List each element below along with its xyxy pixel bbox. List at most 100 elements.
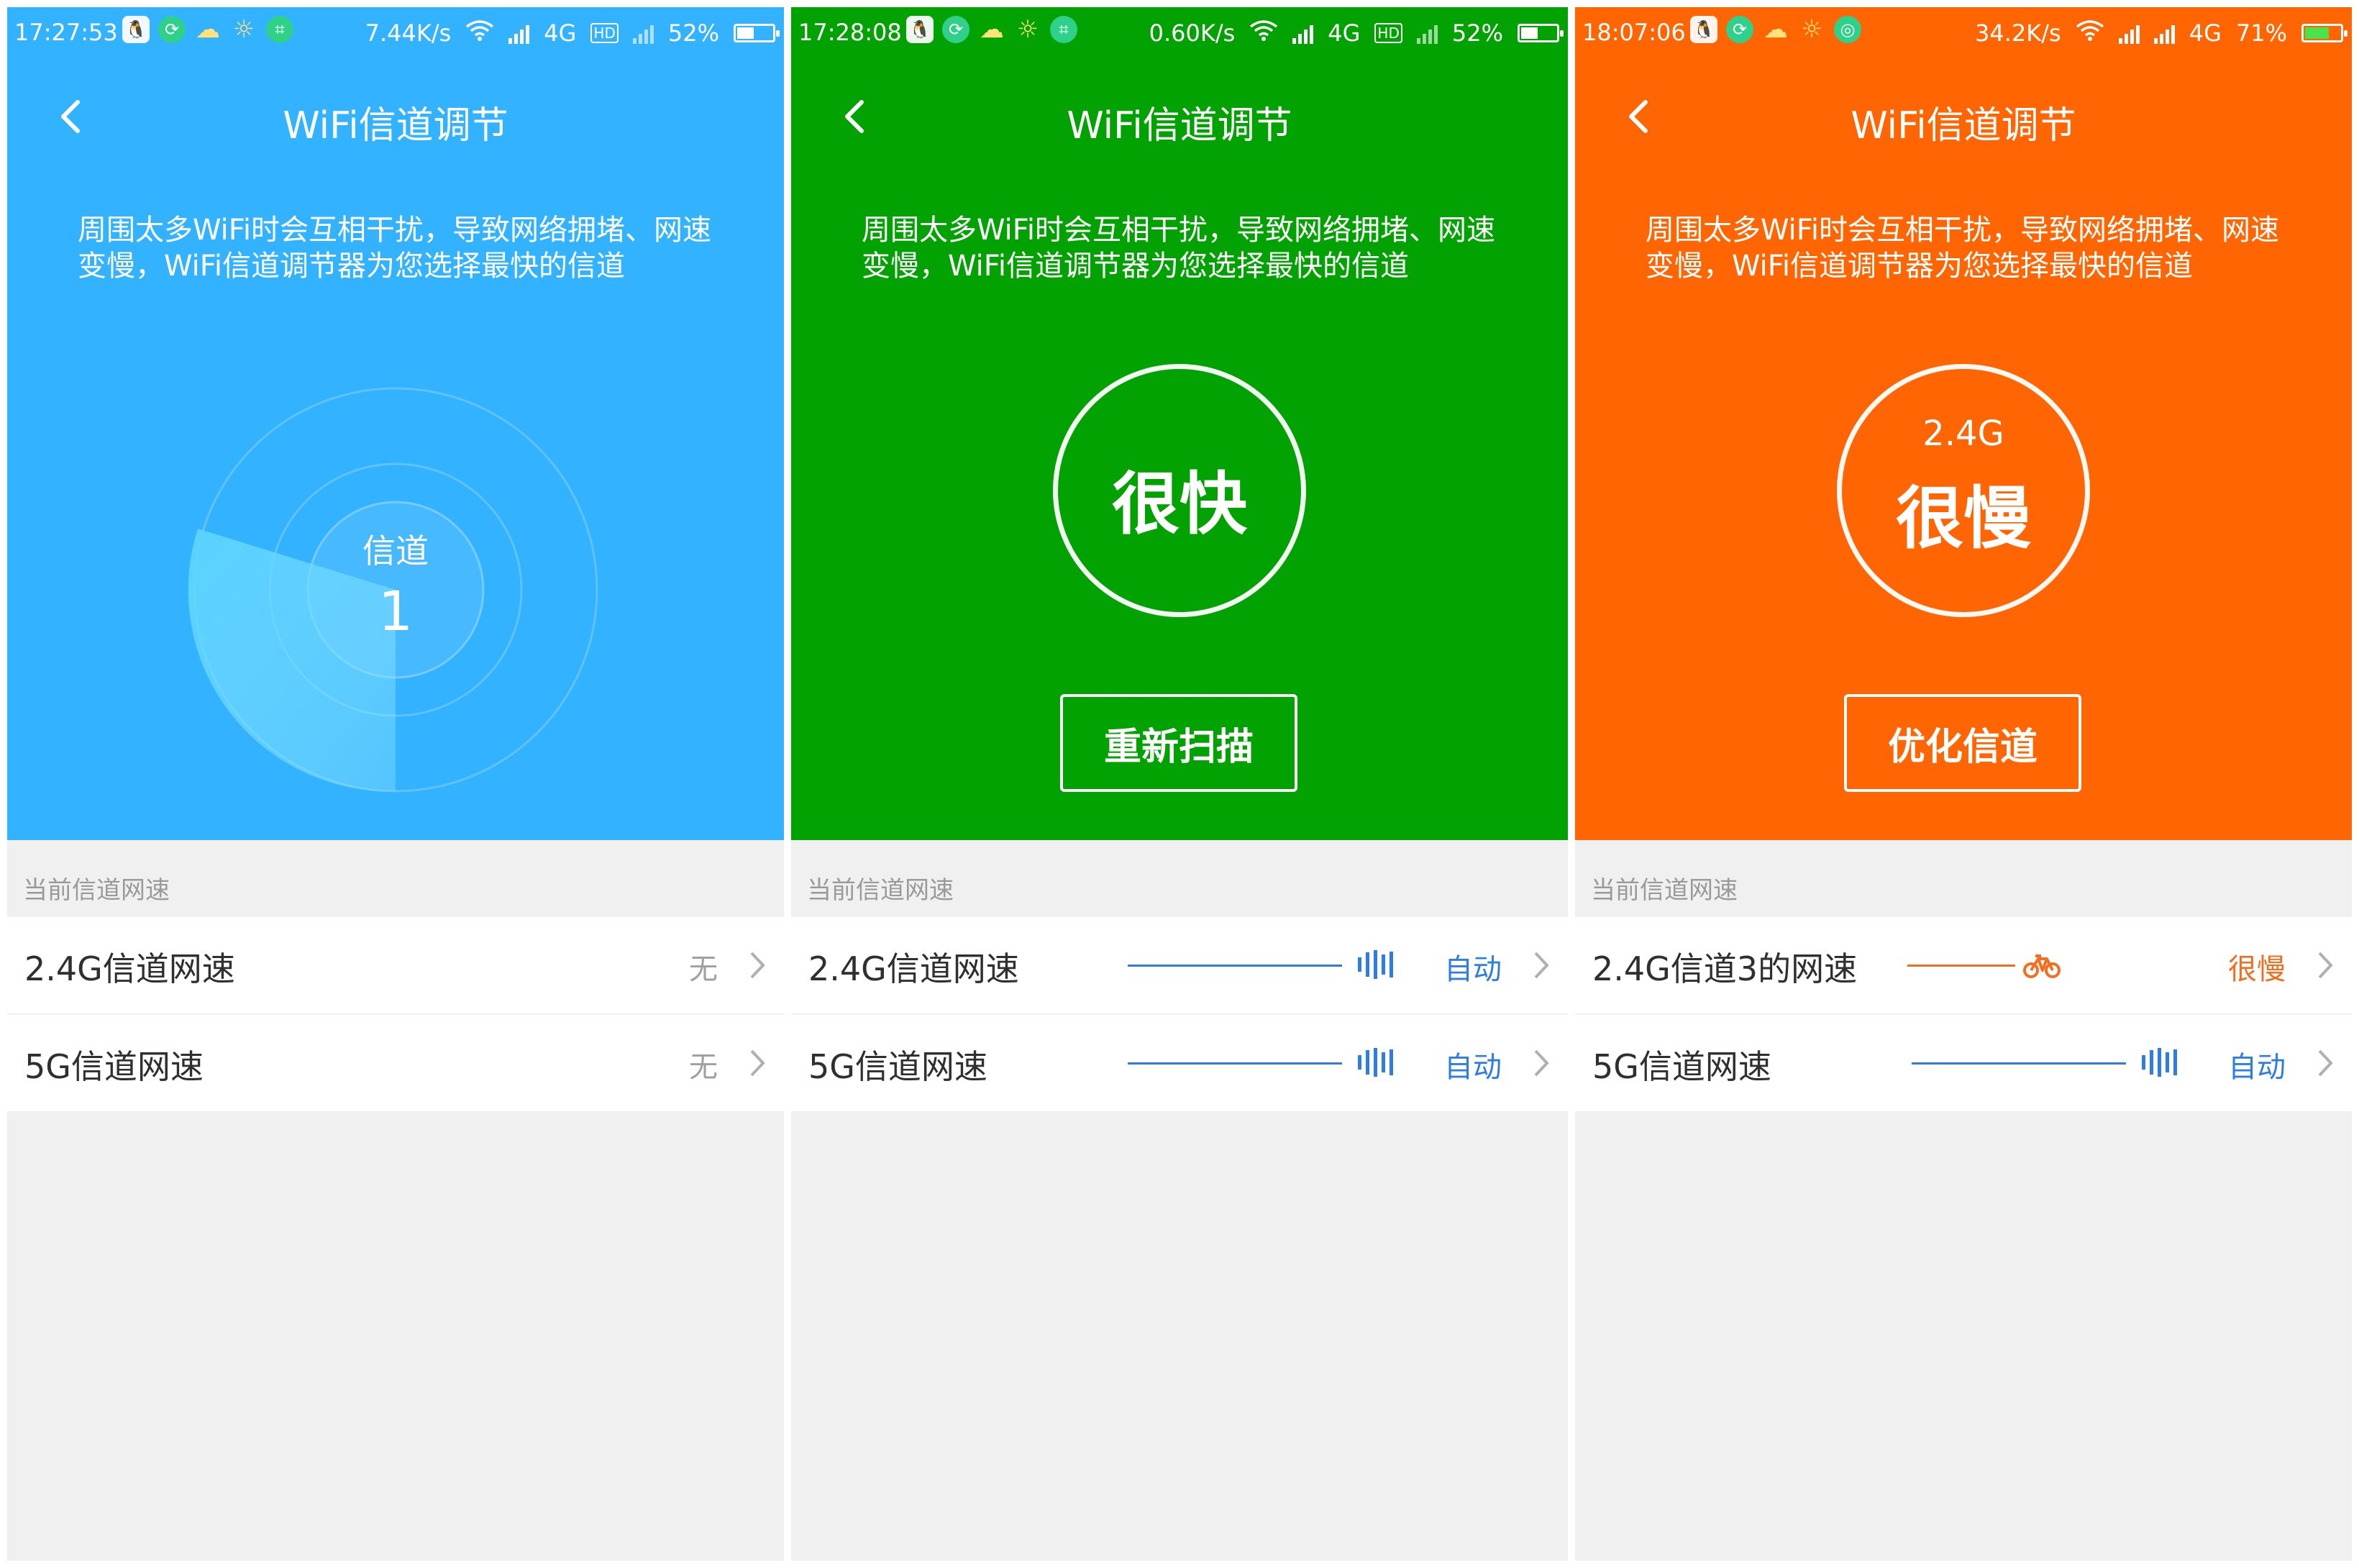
status-time: 17:28:08 — [798, 19, 902, 46]
page-title: WiFi信道调节 — [283, 104, 508, 147]
phone-screen-3: 18:07:06 🐧 ⟳ ☁ ☼ ◎ 34.2K/s 4G 71% WiFi信道… — [1575, 7, 2352, 1561]
sync-icon: ⟳ — [1726, 16, 1753, 43]
phone-screen-1: 17:27:53 🐧 ⟳ ☁ ☼ ⌗ 7.44K/s 4G HD 52% WiF… — [7, 7, 784, 1561]
status-time: 17:27:53 — [14, 19, 118, 46]
hotspot-icon: ◎ — [1834, 16, 1861, 43]
scan-icon: ⌗ — [266, 16, 293, 43]
row-2g-speed[interactable]: 2.4G信道网速 无 — [7, 917, 784, 1013]
row-value: 无 — [689, 953, 718, 986]
cloudy-icon: ☁ — [980, 15, 1004, 44]
scan-icon: ⌗ — [1050, 16, 1077, 43]
status-bar: 18:07:06 🐧 ⟳ ☁ ☼ ◎ 34.2K/s 4G 71% — [1575, 7, 2352, 60]
section-label: 当前信道网速 — [807, 876, 954, 905]
row-label: 5G信道网速 — [24, 1047, 204, 1086]
row-label: 2.4G信道网速 — [808, 949, 1019, 988]
nav-bar: WiFi信道调节 — [791, 82, 1568, 154]
status-bar: 17:28:08 🐧 ⟳ ☁ ☼ ⌗ 0.60K/s 4G HD 52% — [791, 7, 1568, 60]
row-5g-speed[interactable]: 5G信道网速 自动 — [791, 1015, 1568, 1111]
battery-percent: 52% — [1451, 19, 1503, 47]
signal-bars-icon — [1358, 950, 1393, 979]
row-label: 5G信道网速 — [808, 1047, 987, 1086]
row-label: 5G信道网速 — [1592, 1047, 1771, 1086]
network-speed: 0.60K/s — [1149, 19, 1236, 47]
header-area: 18:07:06 🐧 ⟳ ☁ ☼ ◎ 34.2K/s 4G 71% WiFi信道… — [1575, 7, 2352, 840]
battery-percent: 52% — [667, 19, 719, 47]
speed-result-text: 很快 — [1111, 465, 1247, 544]
sunny-icon: ☼ — [232, 15, 255, 44]
row-2g-channel3-speed[interactable]: 2.4G信道3的网速 很慢 — [1575, 917, 2352, 1013]
optimize-channel-button[interactable]: 优化信道 — [1844, 694, 2081, 792]
wifi-icon — [1249, 19, 1278, 47]
speed-line — [1912, 1062, 2126, 1065]
row-value: 自动 — [2228, 1051, 2286, 1084]
network-type: 4G — [544, 19, 577, 47]
qq-icon: 🐧 — [906, 16, 934, 43]
speed-result-circle: 2.4G 很慢 — [1837, 364, 2090, 617]
row-value: 很慢 — [2228, 953, 2286, 986]
channel-number: 1 — [378, 579, 414, 643]
status-time: 18:07:06 — [1582, 19, 1686, 46]
chevron-right-icon — [750, 952, 765, 979]
row-2g-speed[interactable]: 2.4G信道网速 自动 — [791, 917, 1568, 1013]
network-type: 4G — [2189, 19, 2222, 47]
cell-signal-2-icon — [1416, 22, 1438, 44]
chevron-right-icon — [2318, 1049, 2333, 1077]
battery-icon — [2301, 24, 2347, 42]
header-area: 17:27:53 🐧 ⟳ ☁ ☼ ⌗ 7.44K/s 4G HD 52% WiF… — [7, 7, 784, 840]
sunny-icon: ☼ — [1800, 15, 1823, 44]
cell-signal-2-icon — [632, 22, 654, 44]
signal-bars-icon — [2142, 1048, 2177, 1077]
description: 周围太多WiFi时会互相干扰，导致网络拥堵、网速变慢，WiFi信道调节器为您选择… — [1646, 214, 2279, 283]
nav-bar: WiFi信道调节 — [1575, 82, 2352, 154]
cloudy-icon: ☁ — [196, 15, 220, 44]
network-speed: 7.44K/s — [365, 19, 452, 47]
row-5g-speed[interactable]: 5G信道网速 自动 — [1575, 1015, 2352, 1111]
speed-line — [1128, 965, 1342, 967]
row-label: 2.4G信道3的网速 — [1592, 949, 1858, 988]
hd-badge: HD — [590, 23, 619, 43]
cell-signal-2-icon — [2153, 22, 2175, 44]
battery-icon — [1518, 24, 1564, 42]
nav-bar: WiFi信道调节 — [7, 82, 784, 154]
hd-badge: HD — [1374, 23, 1402, 43]
speed-result-circle: 很快 — [1053, 364, 1306, 617]
row-value: 无 — [689, 1051, 718, 1084]
battery-percent: 71% — [2235, 19, 2287, 47]
channel-label: 信道 — [362, 532, 429, 570]
section-label: 当前信道网速 — [1591, 876, 1738, 905]
cloudy-icon: ☁ — [1763, 15, 1788, 44]
chevron-right-icon — [2318, 952, 2333, 979]
description: 周围太多WiFi时会互相干扰，导致网络拥堵、网速变慢，WiFi信道调节器为您选择… — [862, 214, 1495, 283]
cell-signal-icon — [508, 22, 530, 44]
signal-bars-icon — [1358, 1048, 1393, 1077]
speed-line — [1128, 1062, 1342, 1065]
row-value: 自动 — [1444, 953, 1502, 986]
section-label: 当前信道网速 — [23, 876, 170, 905]
speed-result-text: 很慢 — [1895, 480, 2031, 558]
sync-icon: ⟳ — [158, 16, 186, 43]
qq-icon: 🐧 — [1690, 16, 1717, 43]
status-bar: 17:27:53 🐧 ⟳ ☁ ☼ ⌗ 7.44K/s 4G HD 52% — [7, 7, 784, 60]
header-area: 17:28:08 🐧 ⟳ ☁ ☼ ⌗ 0.60K/s 4G HD 52% WiF… — [791, 7, 1568, 840]
battery-icon — [734, 24, 780, 42]
chevron-right-icon — [1534, 1049, 1549, 1077]
page-title: WiFi信道调节 — [1067, 104, 1292, 147]
page-title: WiFi信道调节 — [1851, 104, 2076, 147]
row-value: 自动 — [1444, 1051, 1502, 1084]
bicycle-icon — [2023, 954, 2061, 978]
sync-icon: ⟳ — [942, 16, 969, 43]
band-label: 2.4G — [1922, 414, 2004, 454]
network-type: 4G — [1328, 19, 1361, 47]
row-5g-speed[interactable]: 5G信道网速 无 — [7, 1015, 784, 1111]
rescan-button[interactable]: 重新扫描 — [1060, 694, 1297, 792]
speed-line — [1907, 965, 2015, 967]
network-speed: 34.2K/s — [1975, 19, 2061, 47]
cell-signal-icon — [2118, 22, 2140, 44]
chevron-right-icon — [1534, 952, 1549, 979]
phone-screen-2: 17:28:08 🐧 ⟳ ☁ ☼ ⌗ 0.60K/s 4G HD 52% WiF… — [791, 7, 1568, 1561]
row-label: 2.4G信道网速 — [24, 949, 235, 988]
sunny-icon: ☼ — [1016, 15, 1039, 44]
wifi-icon — [465, 19, 494, 47]
qq-icon: 🐧 — [122, 16, 150, 43]
cell-signal-icon — [1292, 22, 1314, 44]
